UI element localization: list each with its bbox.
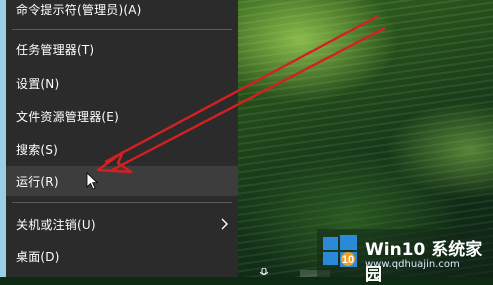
menu-item-label: 关机或注销(U) [16,217,96,232]
menu-item-desktop[interactable]: 桌面(D) [6,241,238,271]
menu-item-task-manager[interactable]: 任务管理器(T) [6,34,238,64]
svg-text:10: 10 [342,254,354,266]
menu-item-label: 任务管理器(T) [16,42,95,57]
menu-item-command-prompt-admin[interactable]: 命令提示符(管理员)(A) [6,0,238,24]
microphone-icon [259,268,269,275]
menu-item-label: 设置(N) [16,76,60,91]
menu-item-label: 搜索(S) [16,142,58,157]
menu-item-label: 文件资源管理器(E) [16,109,119,124]
menu-item-shutdown-signout[interactable]: 关机或注销(U) [6,209,238,239]
menu-item-label: 运行(R) [16,174,59,189]
mouse-cursor-icon [86,172,98,190]
menu-divider [12,202,232,203]
menu-item-run[interactable]: 运行(R) [6,166,238,196]
watermark-url: www.qdhuajin.com [365,259,460,270]
menu-item-label: 桌面(D) [16,249,60,264]
menu-item-label: 命令提示符(管理员)(A) [16,2,142,17]
submenu-chevron-icon [221,218,228,230]
menu-item-settings[interactable]: 设置(N) [6,68,238,98]
menu-divider [12,29,232,30]
menu-item-file-explorer[interactable]: 文件资源管理器(E) [6,101,238,131]
winx-context-menu: 命令提示符(管理员)(A) 任务管理器(T) 设置(N) 文件资源管理器(E) … [6,0,238,277]
menu-item-search[interactable]: 搜索(S) [6,134,238,164]
win10-logo-icon: 10 [323,235,357,267]
site-watermark: 10 Win10 系统家园 www.qdhuajin.com [317,229,493,285]
